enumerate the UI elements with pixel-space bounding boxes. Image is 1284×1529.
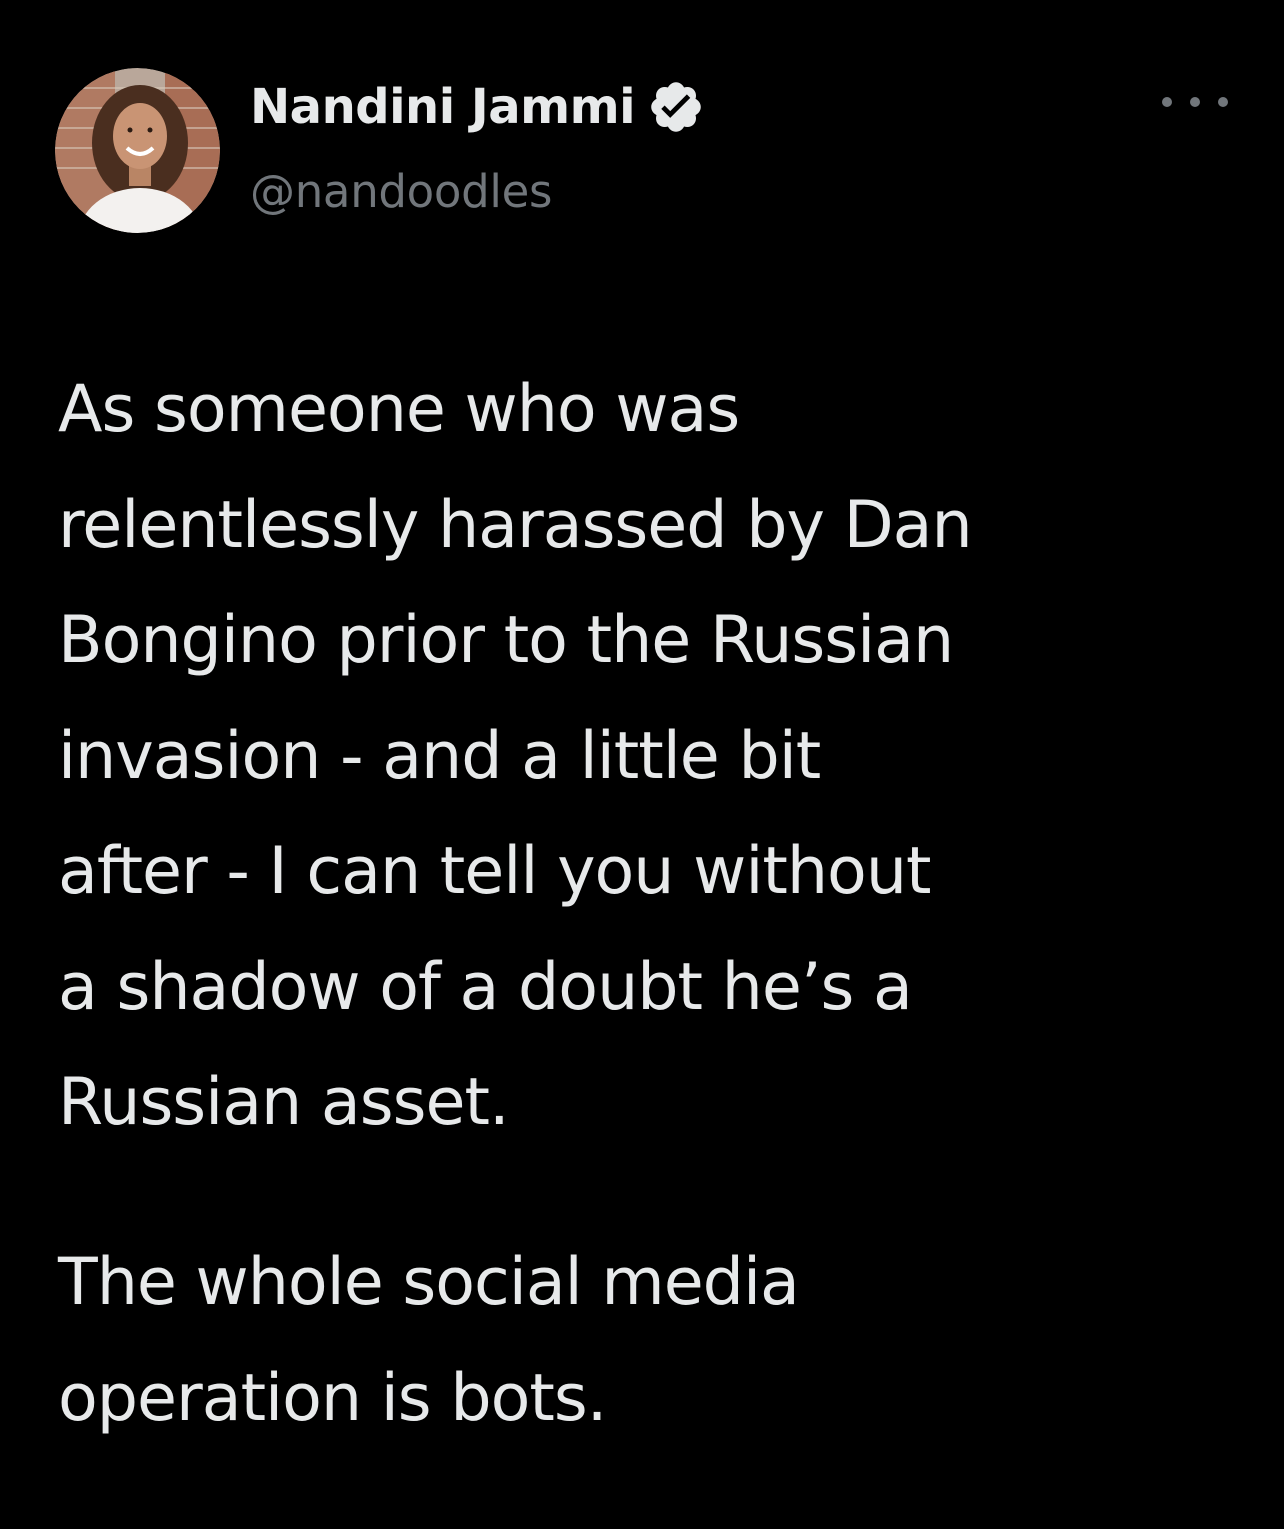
- verified-badge-icon: [647, 78, 705, 136]
- tweet-card: Nandini Jammi @nandoodles As someone who…: [0, 0, 1284, 1529]
- more-horizontal-icon[interactable]: [1162, 85, 1228, 119]
- author-name-row[interactable]: Nandini Jammi: [250, 76, 705, 138]
- author-display-name[interactable]: Nandini Jammi: [250, 79, 636, 135]
- tweet-text-paragraph: The whole social media operation is bots…: [58, 1245, 800, 1436]
- more-dot: [1190, 97, 1200, 107]
- avatar-photo-icon: [55, 68, 220, 233]
- avatar[interactable]: [55, 68, 220, 233]
- tweet-text-paragraph: As someone who was relentlessly harassed…: [58, 372, 973, 1140]
- more-dot: [1218, 97, 1228, 107]
- author-handle[interactable]: @nandoodles: [250, 165, 552, 218]
- more-dot: [1162, 97, 1172, 107]
